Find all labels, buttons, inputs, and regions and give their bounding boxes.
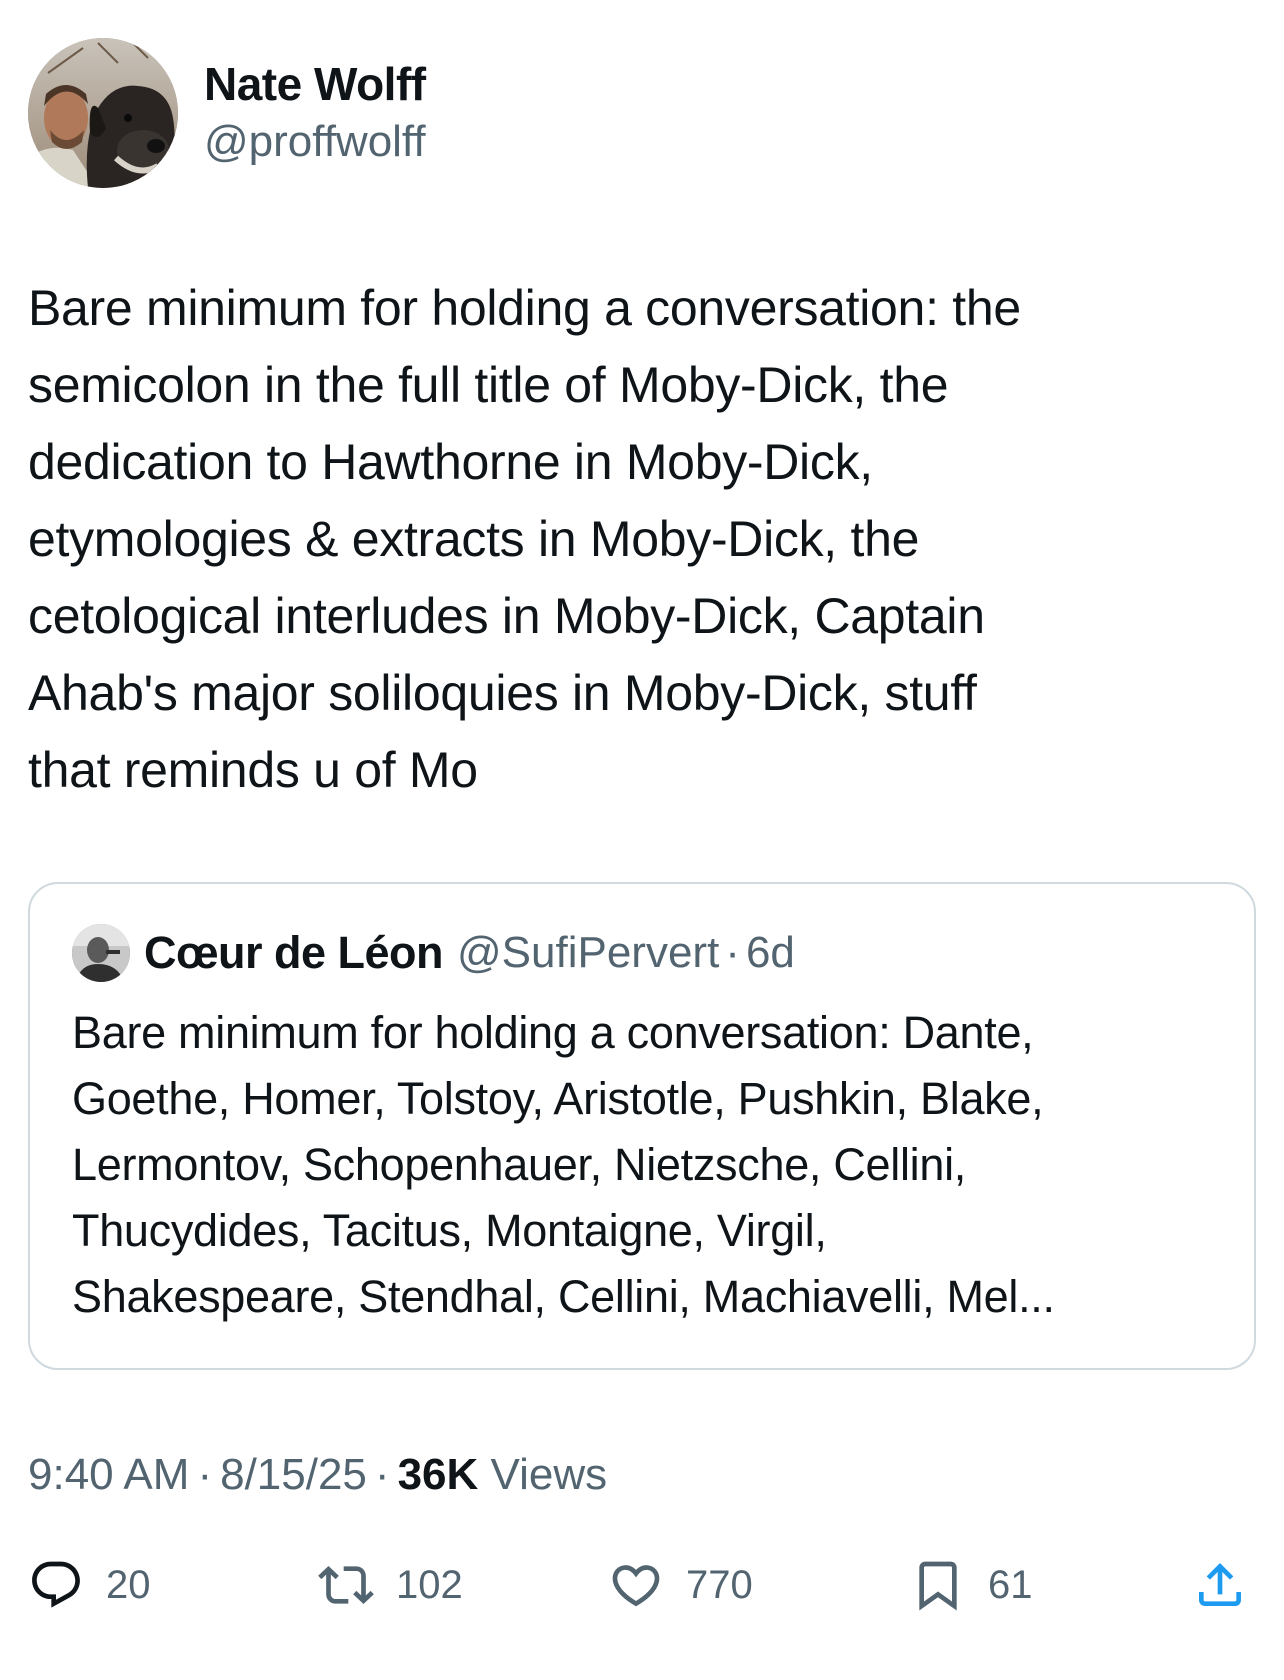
profile-photo-grayscale-icon — [72, 924, 130, 982]
quoted-timestamp: 6d — [745, 928, 795, 977]
retweet-count: 102 — [396, 1562, 463, 1607]
author-display-name[interactable]: Nate Wolff — [204, 55, 426, 113]
like-button[interactable]: 770 — [608, 1550, 753, 1620]
quoted-author-handle: @SufiPervert — [456, 928, 720, 977]
reply-icon — [32, 1561, 80, 1608]
quoted-author-display-name: Cœur de Léon — [144, 927, 443, 978]
quoted-tweet-card[interactable]: Cœur de Léon @SufiPervert · 6d Bare mini… — [28, 882, 1256, 1370]
tweet-text: Bare minimum for holding a conversation:… — [28, 280, 1021, 798]
tweet-time[interactable]: 9:40 AM — [28, 1450, 189, 1499]
meta-separator: · — [374, 1450, 390, 1499]
views-count[interactable]: 36K — [398, 1450, 479, 1499]
retweet-button[interactable]: 102 — [318, 1550, 463, 1620]
share-button[interactable] — [1192, 1550, 1248, 1620]
quoted-tweet-header: Cœur de Léon @SufiPervert · 6d — [72, 922, 1212, 984]
bookmark-icon — [919, 1561, 957, 1611]
tweet-meta: 9:40 AM · 8/15/25 · 36K Views — [28, 1445, 607, 1505]
author-names: Nate Wolff @proffwolff — [204, 55, 426, 171]
tweet-detail: Nate Wolff @proffwolff Bare minimum for … — [0, 0, 1284, 1680]
reply-count: 20 — [106, 1562, 151, 1607]
bookmark-button[interactable]: 61 — [910, 1550, 1033, 1620]
like-count: 770 — [686, 1562, 753, 1607]
quoted-tweet-text: Bare minimum for holding a conversation:… — [72, 1007, 1055, 1322]
action-bar: 20 102 770 61 — [28, 1550, 1256, 1620]
heart-icon — [612, 1565, 660, 1607]
quoted-author-avatar — [72, 924, 130, 982]
quoted-separator: · — [725, 928, 740, 977]
retweet-icon — [318, 1566, 374, 1604]
tweet-header: Nate Wolff @proffwolff — [28, 38, 426, 188]
profile-photo-man-with-dog-icon — [28, 38, 178, 188]
views-label[interactable]: Views — [491, 1450, 608, 1499]
author-handle[interactable]: @proffwolff — [204, 113, 426, 171]
bookmark-count: 61 — [988, 1562, 1033, 1607]
meta-separator: · — [197, 1450, 213, 1499]
author-avatar[interactable] — [28, 38, 178, 188]
tweet-date[interactable]: 8/15/25 — [220, 1450, 367, 1499]
share-icon — [1199, 1563, 1241, 1606]
reply-button[interactable]: 20 — [28, 1550, 151, 1620]
